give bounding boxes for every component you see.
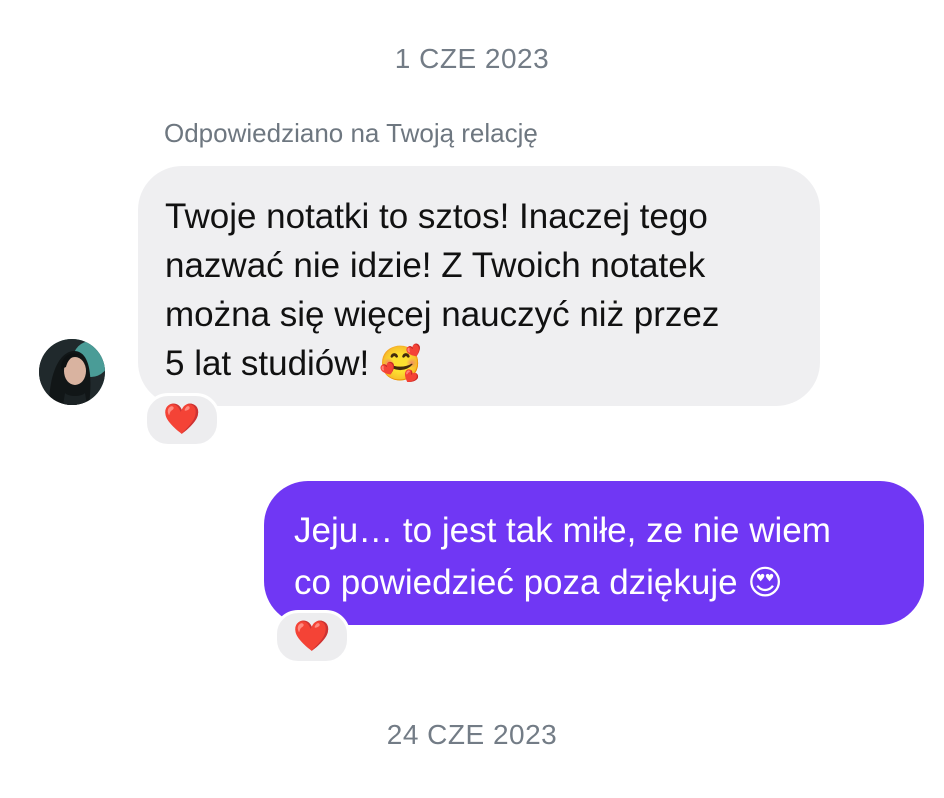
- avatar-image: [39, 339, 105, 405]
- red-heart-icon: ❤️: [163, 403, 201, 436]
- outgoing-message-reaction[interactable]: ❤️: [274, 610, 350, 664]
- heart-eyes-emoji: 😍: [747, 564, 783, 602]
- smiling-face-with-hearts-emoji: 🥰: [379, 345, 422, 383]
- incoming-message-reaction[interactable]: ❤️: [144, 393, 220, 447]
- story-reply-label: Odpowiedziano na Twoją relację: [164, 118, 538, 148]
- sender-avatar[interactable]: [39, 339, 105, 405]
- red-heart-icon: ❤️: [293, 620, 331, 653]
- date-separator-bottom: 24 CZE 2023: [386, 719, 558, 750]
- outgoing-message-bubble[interactable]: Jeju… to jest tak miłe, ze nie wiem co p…: [264, 481, 924, 625]
- incoming-message-bubble[interactable]: Twoje notatki to sztos! Inaczej tego naz…: [138, 166, 820, 406]
- incoming-message-text: Twoje notatki to sztos! Inaczej tego naz…: [165, 197, 720, 383]
- date-separator-top: 1 CZE 2023: [394, 43, 550, 74]
